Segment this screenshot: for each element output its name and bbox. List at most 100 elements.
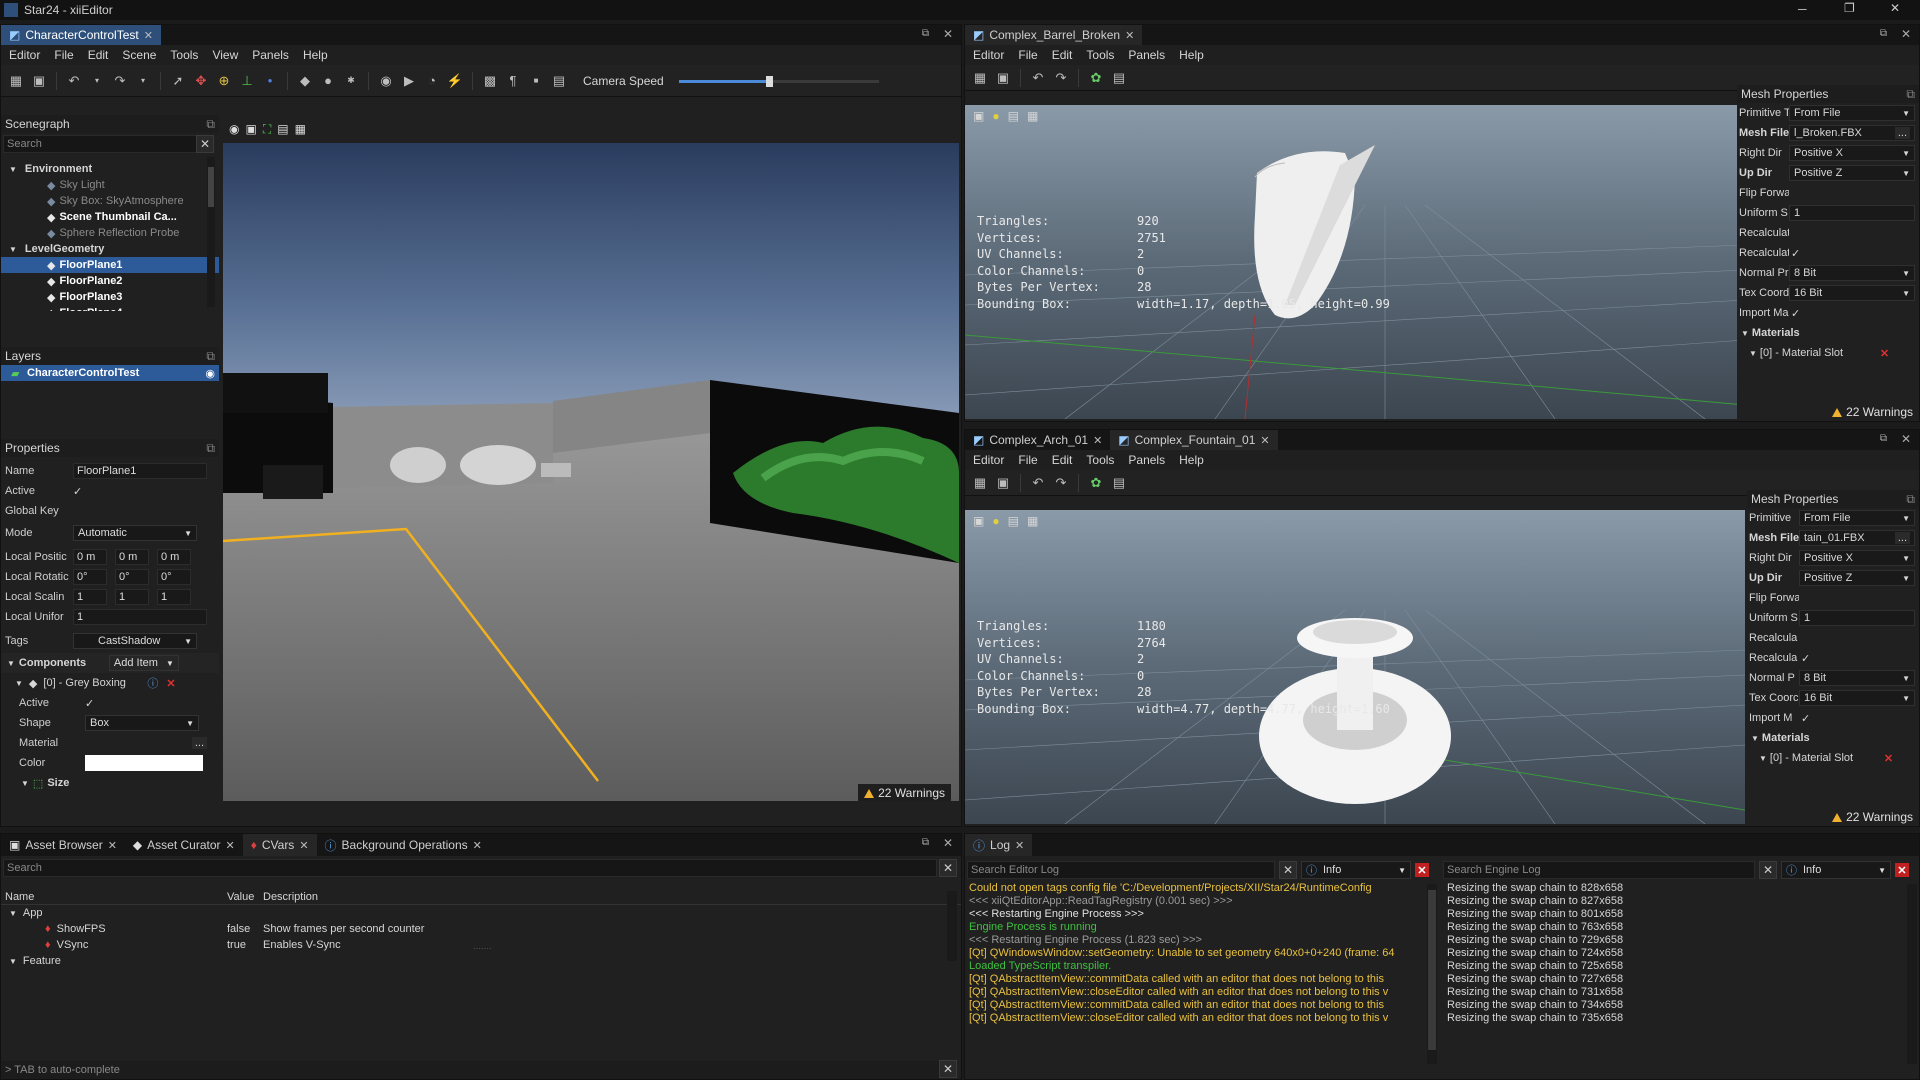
close-tab-icon[interactable]: ✕	[226, 839, 235, 852]
camera-settings-icon[interactable]: ▦	[1027, 514, 1038, 528]
engine-log-level-dropdown[interactable]: ⓘ Info ▼	[1781, 861, 1891, 879]
translate-gizmo-icon[interactable]: ✥	[192, 72, 210, 90]
color-swatch[interactable]	[85, 755, 203, 771]
expand-arrow-icon[interactable]: ▼	[1741, 329, 1749, 338]
clear-console-button[interactable]: ✕	[939, 1060, 957, 1078]
close-tab-icon[interactable]: ✕	[144, 29, 153, 42]
delete-slot-icon[interactable]: ✕	[1884, 752, 1893, 765]
tab-fountain[interactable]: ◩ Complex_Fountain_01 ✕	[1110, 430, 1278, 450]
tree-item[interactable]: ◆ Sky Light	[1, 177, 219, 193]
mesh-prop-dropdown[interactable]: From File ▼	[1799, 510, 1915, 526]
menu-panels[interactable]: Panels	[1128, 48, 1165, 62]
clear-search-button[interactable]: ✕	[196, 135, 214, 153]
mesh-prop-dropdown[interactable]: 16 Bit ▼	[1799, 690, 1915, 706]
menu-help[interactable]: Help	[303, 48, 328, 62]
mesh-prop-dropdown[interactable]: From File ▼	[1789, 105, 1915, 121]
tree-item[interactable]: ◆ FloorPlane4	[1, 305, 219, 311]
engine-log-search[interactable]: Search Engine Log	[1443, 861, 1755, 879]
mesh-prop-dropdown[interactable]: Positive Z ▼	[1799, 570, 1915, 586]
delete-slot-icon[interactable]: ✕	[1880, 347, 1889, 360]
save-all-icon[interactable]: ▣	[994, 474, 1012, 492]
expand-arrow-icon[interactable]: ▼	[9, 245, 17, 254]
panel-options-icon[interactable]: ⧉	[1906, 492, 1915, 507]
add-item-button[interactable]: Add Item ▼	[108, 655, 179, 671]
menu-tools[interactable]: Tools	[170, 48, 198, 62]
screenshot-icon[interactable]: ▤	[1008, 109, 1019, 123]
frame-icon[interactable]: ▤	[550, 72, 568, 90]
visibility-eye-icon[interactable]: ◉	[205, 367, 215, 380]
mesh-prop-checkbox[interactable]: ✓	[1791, 307, 1800, 320]
simulate-icon[interactable]: ◔	[423, 72, 441, 90]
save-icon[interactable]: ▦	[7, 72, 25, 90]
menu-editor[interactable]: Editor	[9, 48, 40, 62]
expand-arrow-icon[interactable]: ▼	[1759, 754, 1767, 763]
point-icon[interactable]: ■	[527, 72, 545, 90]
panel-options-icon[interactable]: ⧉	[206, 117, 215, 132]
main-viewport[interactable]: 22 Warnings	[223, 143, 959, 801]
tab-charactercontroltest[interactable]: ◩ CharacterControlTest ✕	[1, 25, 161, 45]
tags-dropdown[interactable]: CastShadow ▼	[73, 633, 197, 649]
cvars-scrollbar[interactable]	[947, 891, 957, 961]
light-bulb-icon[interactable]: ●	[992, 514, 999, 528]
save-icon[interactable]: ▦	[971, 474, 989, 492]
camera-settings-icon[interactable]: ▦	[295, 122, 306, 136]
expand-arrow-icon[interactable]: ▼	[7, 659, 15, 668]
mesh-prop-field[interactable]: 1	[1799, 610, 1915, 626]
panel-options-icon[interactable]: ⧉	[206, 349, 215, 364]
mesh-prop-field[interactable]: 1	[1789, 205, 1915, 221]
screenshot-icon[interactable]: ▤	[277, 122, 288, 136]
tree-item[interactable]: ◆ FloorPlane1	[1, 257, 219, 273]
asset-transform-icon[interactable]: ✿	[1087, 474, 1105, 492]
fountain-warnings[interactable]: 22 Warnings	[1832, 810, 1913, 824]
paragraph-icon[interactable]: ¶	[504, 72, 522, 90]
engine-log-scrollbar[interactable]	[1907, 884, 1917, 1064]
tab-asset-curator[interactable]: ◆ Asset Curator ✕	[125, 834, 243, 856]
float-icon[interactable]: ⧉	[922, 837, 929, 848]
lightning-icon[interactable]: ⚡	[446, 72, 464, 90]
view-eye-icon[interactable]: ◉	[229, 122, 239, 136]
menu-editor[interactable]: Editor	[973, 453, 1004, 467]
clear-search-button[interactable]: ✕	[1279, 861, 1297, 879]
redo-icon[interactable]: ↷	[111, 72, 129, 90]
redo-icon[interactable]: ↷	[1052, 474, 1070, 492]
component-active-checkbox[interactable]: ✓	[85, 697, 94, 710]
editor-log-scrollbar[interactable]	[1427, 884, 1437, 1064]
tab-log[interactable]: ⓘ Log ✕	[965, 834, 1033, 856]
console-input[interactable]: > TAB to auto-complete	[1, 1061, 939, 1079]
mesh-prop-checkbox[interactable]: ✓	[1801, 712, 1810, 725]
clear-engine-log-button[interactable]: ✕	[1895, 863, 1909, 877]
vector-component-field[interactable]: 0 m	[115, 549, 149, 565]
menu-view[interactable]: View	[212, 48, 238, 62]
maximize-icon[interactable]: ❐	[1844, 1, 1855, 15]
mode-dropdown[interactable]: Automatic ▼	[73, 525, 197, 541]
drag-to-position-icon[interactable]: •	[261, 72, 279, 90]
mesh-prop-dropdown[interactable]: 8 Bit ▼	[1789, 265, 1915, 281]
tab-background-operations[interactable]: ⓘ Background Operations ✕	[317, 834, 490, 856]
cube-icon[interactable]: ◆	[296, 72, 314, 90]
menu-tools[interactable]: Tools	[1086, 453, 1114, 467]
clear-search-button[interactable]: ✕	[1759, 861, 1777, 879]
rotate-gizmo-icon[interactable]: ⊕	[215, 72, 233, 90]
mesh-prop-dropdown[interactable]: Positive Z ▼	[1789, 165, 1915, 181]
close-panel-icon[interactable]: ✕	[1901, 27, 1911, 41]
close-tab-icon[interactable]: ✕	[108, 839, 117, 852]
asset-search[interactable]: Search	[3, 859, 937, 877]
expand-arrow-icon[interactable]: ▼	[9, 957, 17, 966]
browse-button[interactable]: ...	[1894, 532, 1910, 544]
expand-arrow-icon[interactable]: ▼	[1749, 349, 1757, 358]
cvar-row[interactable]: ♦ ShowFPS false Show frames per second coun…	[1, 921, 961, 937]
close-panel-icon[interactable]: ✕	[943, 27, 953, 41]
column-header-value[interactable]: Value	[227, 891, 263, 903]
active-checkbox[interactable]: ✓	[73, 485, 82, 498]
expand-arrow-icon[interactable]: ▼	[21, 779, 29, 788]
mesh-prop-dropdown[interactable]: 8 Bit ▼	[1799, 670, 1915, 686]
mesh-prop-dropdown[interactable]: Positive X ▼	[1799, 550, 1915, 566]
screenshot-icon[interactable]: ▤	[1008, 514, 1019, 528]
tree-group[interactable]: ▼ LevelGeometry	[1, 241, 219, 257]
mesh-prop-field[interactable]: tain_01.FBX...	[1799, 530, 1915, 546]
scenegraph-scrollbar[interactable]	[207, 157, 215, 307]
browse-button[interactable]: ...	[1894, 127, 1910, 139]
expand-arrow-icon[interactable]: ▼	[15, 679, 23, 688]
mesh-prop-checkbox[interactable]: ✓	[1791, 247, 1800, 260]
play-icon[interactable]: ◉	[377, 72, 395, 90]
